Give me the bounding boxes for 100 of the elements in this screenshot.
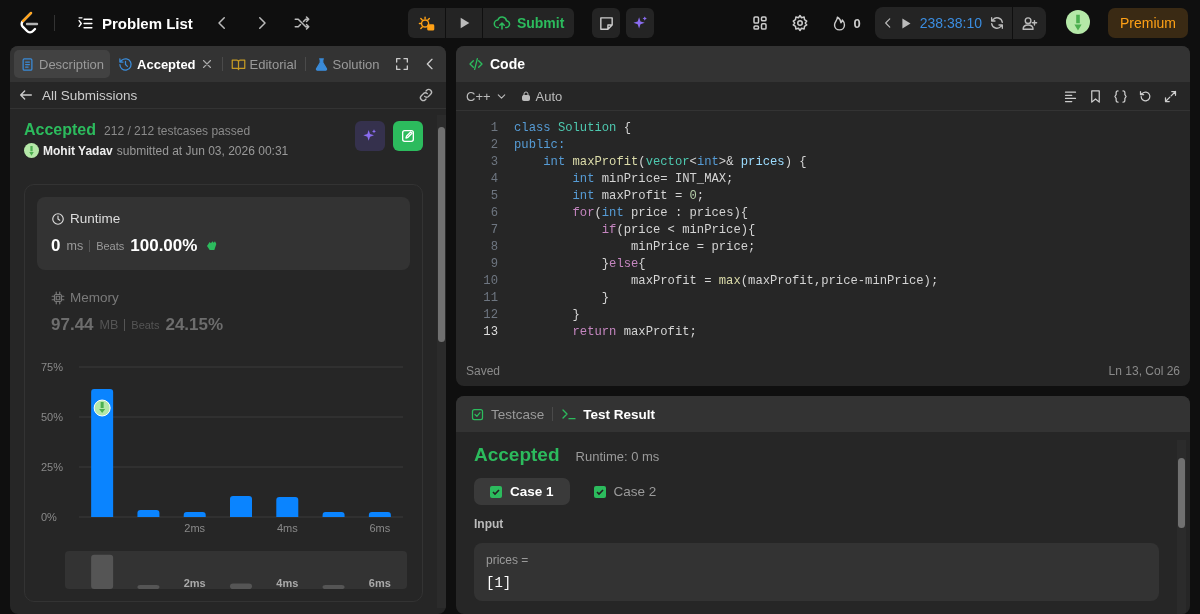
clock-icon [51,211,65,226]
layout-icon[interactable] [751,14,770,32]
problem-list-button[interactable]: Problem List [71,14,199,32]
line-number: 11 [482,290,499,305]
axis-label: 6ms [369,522,391,534]
metric-unit: ms [66,239,84,253]
tab[interactable]: Testcase [464,406,551,422]
metric-label: Runtime [70,211,121,226]
metric-value: 97.44 [51,315,94,335]
link-icon[interactable] [418,87,434,103]
avatar-icon [24,143,39,158]
braces-icon[interactable] [1113,88,1128,104]
logo-icon[interactable] [18,11,40,35]
code-line: } [571,307,580,322]
axis-label: 25% [41,461,64,473]
premium-button[interactable]: Premium [1107,8,1188,38]
input-value: [1] [486,575,513,591]
scrollbar[interactable] [437,115,446,608]
debug-icon[interactable] [417,14,435,32]
code-line: if(price < minPrice){ [600,222,756,237]
book-icon [230,56,246,72]
line-number: 12 [482,307,499,322]
code-line: int maxProfit = 0; [571,188,705,203]
line-number: 6 [489,205,499,220]
undo-icon[interactable] [1138,88,1153,104]
save-status: Saved [466,364,501,378]
beats-value: 100.00% [130,236,198,256]
status-label: Accepted [24,121,97,139]
axis-label: 2ms [183,577,206,589]
axis-label: 75% [41,361,64,373]
lock-icon [519,90,532,102]
reset-icon[interactable] [988,15,1005,31]
code-line: class Solution { [514,120,632,135]
axis-label: 2ms [184,522,206,534]
line-number: 7 [489,222,499,237]
author-name[interactable]: Mohit Yadav [43,143,113,158]
code-line: int maxProfit(vector<int>& prices) { [542,154,807,169]
document-icon [20,56,35,72]
avatar-icon [1065,9,1090,34]
line-number: 8 [489,239,499,254]
code-line: maxProfit = max(maxProfit,price-minPrice); [630,273,939,288]
testcases-text: 212 / 212 testcases passed [104,124,251,138]
chart-bar[interactable] [368,512,391,517]
input-name: prices = [486,553,530,567]
code-line: } [600,290,610,305]
tab[interactable]: Editorial [224,50,303,78]
line-number: 9 [489,256,499,271]
chart-bar[interactable] [183,512,206,517]
tab[interactable]: Accepted [112,50,220,78]
tab[interactable]: Solution [307,50,386,78]
flask-icon [313,56,329,72]
line-number: 10 [482,273,499,288]
axis-label: 4ms [276,522,298,534]
scrollbar[interactable] [1177,440,1186,614]
expand-icon[interactable] [1163,88,1178,104]
line-number: 13 [482,324,499,339]
beats-value: 24.15% [165,315,224,335]
history-icon [118,56,134,72]
chip-icon [51,290,65,305]
verdict-label: Accepted [474,444,560,466]
language-dropdown[interactable]: C++ [466,88,508,104]
code-line: public: [514,137,566,152]
arrow-left-icon [18,87,34,103]
code-line: return maxProfit; [571,324,697,339]
fullscreen-icon[interactable] [394,56,410,72]
streak-count: 0 [853,15,861,31]
timer: 238:38:10 [918,15,983,31]
axis-label: 6ms [368,577,391,589]
shuffle-icon[interactable] [292,14,311,32]
panel-title: Code [460,56,525,72]
line-number: 2 [489,137,499,152]
axis-label: 4ms [276,577,299,589]
metric-card[interactable]: Runtime 0 ms Beats 100.00% [37,197,410,270]
back-link[interactable]: All Submissions [18,87,138,103]
auto-mode[interactable]: Auto [519,88,563,104]
note-icon[interactable] [597,14,615,32]
code-line: }else{ [600,256,646,271]
add-user-icon[interactable] [1020,14,1038,32]
format-icon[interactable] [1063,88,1078,104]
submitted-text: submitted at Jun 03, 2026 00:31 [116,143,289,158]
metric-label: Memory [70,290,119,305]
tab[interactable]: Description [14,50,111,78]
axis-label: 50% [41,411,64,423]
cloud-upload-icon [492,14,511,32]
code-line: int minPrice= INT_MAX; [571,171,734,186]
line-number: 3 [489,154,499,169]
runtime-text: Runtime: 0 ms [575,449,660,464]
line-number: 4 [489,171,499,186]
case-tab[interactable]: Case 1 [474,478,570,505]
notes-button[interactable] [393,121,423,151]
chart-bar[interactable] [91,389,114,517]
case-tab[interactable]: Case 2 [577,478,673,505]
ai-button[interactable] [355,121,385,151]
beats-label: Beats [96,240,125,252]
bookmark-icon[interactable] [1088,88,1103,104]
settings-icon[interactable] [791,14,810,32]
tab[interactable]: Test Result [555,406,662,422]
line-number: 1 [489,120,499,135]
metric-value: 0 [51,236,61,256]
code-icon [468,56,484,72]
